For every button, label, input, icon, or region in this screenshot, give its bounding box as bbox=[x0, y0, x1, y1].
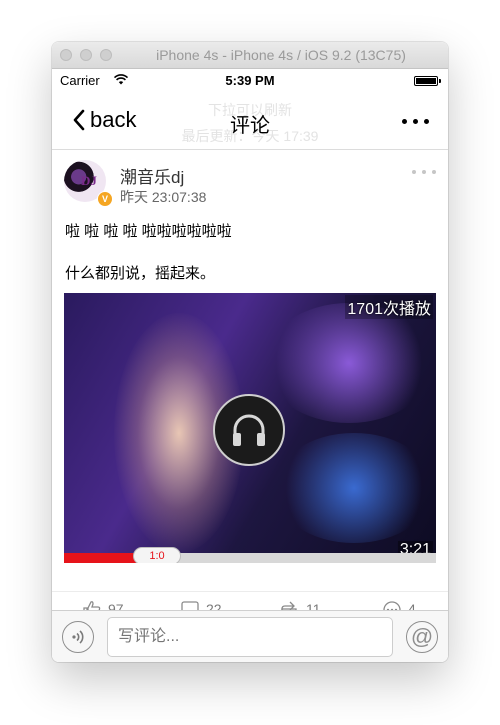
post-card: DJ V 潮音乐dj 昨天 23:07:38 啦 啦 啦 啦 啦啦啦啦啦啦 什么… bbox=[52, 150, 448, 614]
zoom-window-button[interactable] bbox=[100, 49, 112, 61]
dot-icon bbox=[424, 119, 429, 124]
dot-icon bbox=[432, 170, 436, 174]
stage-light-glow bbox=[264, 303, 434, 423]
dj-deck-glow bbox=[274, 433, 434, 543]
post-username[interactable]: 潮音乐dj bbox=[120, 163, 184, 188]
verified-badge-icon: V bbox=[97, 191, 113, 207]
status-time: 5:39 PM bbox=[225, 73, 275, 88]
voice-input-button[interactable] bbox=[62, 621, 94, 653]
simulator-window: iPhone 4s - iPhone 4s / iOS 9.2 (13C75) … bbox=[52, 42, 448, 662]
battery-icon bbox=[414, 76, 441, 86]
headphones-icon bbox=[233, 414, 265, 446]
dot-icon bbox=[413, 119, 418, 124]
play-button[interactable] bbox=[213, 394, 285, 466]
dot-icon bbox=[422, 170, 426, 174]
comment-input[interactable] bbox=[107, 617, 393, 657]
avatar[interactable]: DJ V bbox=[64, 160, 113, 207]
back-label: back bbox=[90, 107, 137, 132]
post-time: 昨天 23:07:38 bbox=[120, 189, 207, 205]
back-button[interactable]: back bbox=[72, 107, 136, 133]
avatar-logo-text: DJ bbox=[81, 173, 97, 188]
more-options-button[interactable] bbox=[402, 119, 430, 127]
status-bar: Carrier 5:39 PM bbox=[52, 69, 448, 89]
video-progress-bar[interactable]: 1:0 bbox=[64, 547, 436, 563]
post-more-button[interactable] bbox=[412, 170, 436, 176]
dot-icon bbox=[402, 119, 407, 124]
dot-icon bbox=[412, 170, 416, 174]
close-window-button[interactable] bbox=[60, 49, 72, 61]
progress-handle[interactable]: 1:0 bbox=[133, 547, 181, 563]
voice-icon bbox=[72, 630, 84, 644]
mention-button[interactable]: @ bbox=[406, 621, 438, 653]
window-title: iPhone 4s - iPhone 4s / iOS 9.2 (13C75) bbox=[156, 47, 406, 63]
minimize-window-button[interactable] bbox=[80, 49, 92, 61]
video-player[interactable]: 1701次播放 3:21 1:0 bbox=[64, 293, 436, 563]
nav-bar: 下拉可以刷新 最后更新：今天 17:39 back 评论 bbox=[52, 89, 448, 150]
chevron-left-icon bbox=[73, 109, 85, 131]
window-titlebar: iPhone 4s - iPhone 4s / iOS 9.2 (13C75) bbox=[52, 42, 448, 69]
post-text-line: 啦 啦 啦 啦 啦啦啦啦啦啦 bbox=[65, 223, 232, 240]
comment-bar: @ bbox=[52, 610, 448, 662]
post-text-line: 什么都别说，摇起来。 bbox=[65, 265, 216, 282]
play-count: 1701次播放 bbox=[345, 295, 433, 319]
